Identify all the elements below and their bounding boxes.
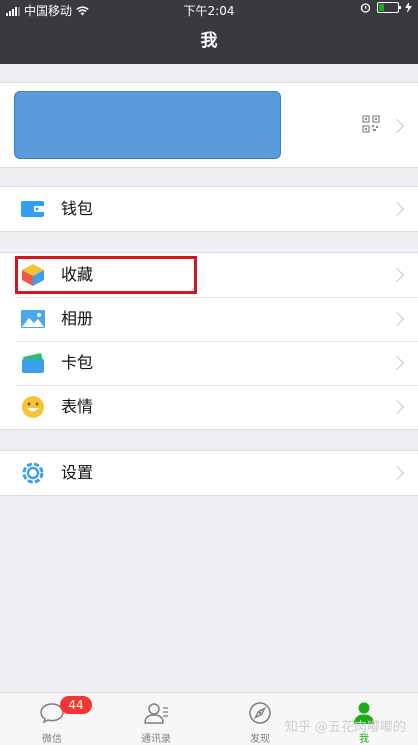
tab-label: 通讯录: [141, 734, 171, 745]
emoji-smile-icon: [22, 396, 44, 418]
tab-label: 微信: [42, 734, 62, 745]
menu-group-settings: 设置: [0, 450, 418, 496]
menu-item-album[interactable]: 相册: [0, 297, 418, 341]
tab-chats[interactable]: 44 微信: [0, 693, 104, 745]
alarm-icon: [360, 3, 371, 13]
clock-time: 下午2:04: [183, 4, 235, 18]
compass-icon: [249, 702, 271, 724]
profile-card[interactable]: [0, 82, 418, 168]
tab-bar: 44 微信 通讯录 发现 我 知乎 @五花肉嘟嘟的: [0, 692, 418, 745]
menu-item-label: 卡包: [61, 353, 94, 372]
menu-item-label: 表情: [61, 397, 94, 416]
menu-item-label: 钱包: [61, 199, 94, 218]
chevron-right-icon: [389, 355, 405, 371]
highlight-box: [15, 256, 197, 294]
chevron-right-icon: [389, 465, 405, 481]
card-pack-icon: [22, 353, 44, 373]
chevron-right-icon: [389, 118, 405, 134]
tab-contacts[interactable]: 通讯录: [104, 693, 208, 745]
chevron-right-icon: [389, 311, 405, 327]
battery-icon: [377, 2, 401, 13]
menu-item-settings[interactable]: 设置: [0, 451, 418, 495]
menu-item-wallet[interactable]: 钱包: [0, 187, 418, 231]
settings-gear-icon: [22, 462, 44, 484]
menu-item-label: 设置: [61, 463, 94, 482]
chevron-right-icon: [389, 201, 405, 217]
wallet-icon: [21, 201, 44, 217]
status-bar: 中国移动 下午2:04: [0, 0, 418, 18]
charging-bolt-icon: [405, 2, 412, 13]
profile-redaction-box: [14, 91, 281, 159]
page-title: 我: [0, 18, 418, 64]
menu-group-wallet: 钱包: [0, 186, 418, 232]
contacts-icon: [144, 703, 168, 724]
photo-album-icon: [21, 310, 45, 328]
menu-item-label: 相册: [61, 309, 94, 328]
menu-item-card-pack[interactable]: 卡包: [0, 341, 418, 385]
menu-item-stickers[interactable]: 表情: [0, 385, 418, 429]
unread-badge: 44: [60, 696, 92, 714]
qr-code-icon[interactable]: [362, 115, 380, 133]
chevron-right-icon: [389, 399, 405, 415]
watermark-text: 知乎 @五花肉嘟嘟的: [284, 720, 406, 735]
chevron-right-icon: [389, 267, 405, 283]
